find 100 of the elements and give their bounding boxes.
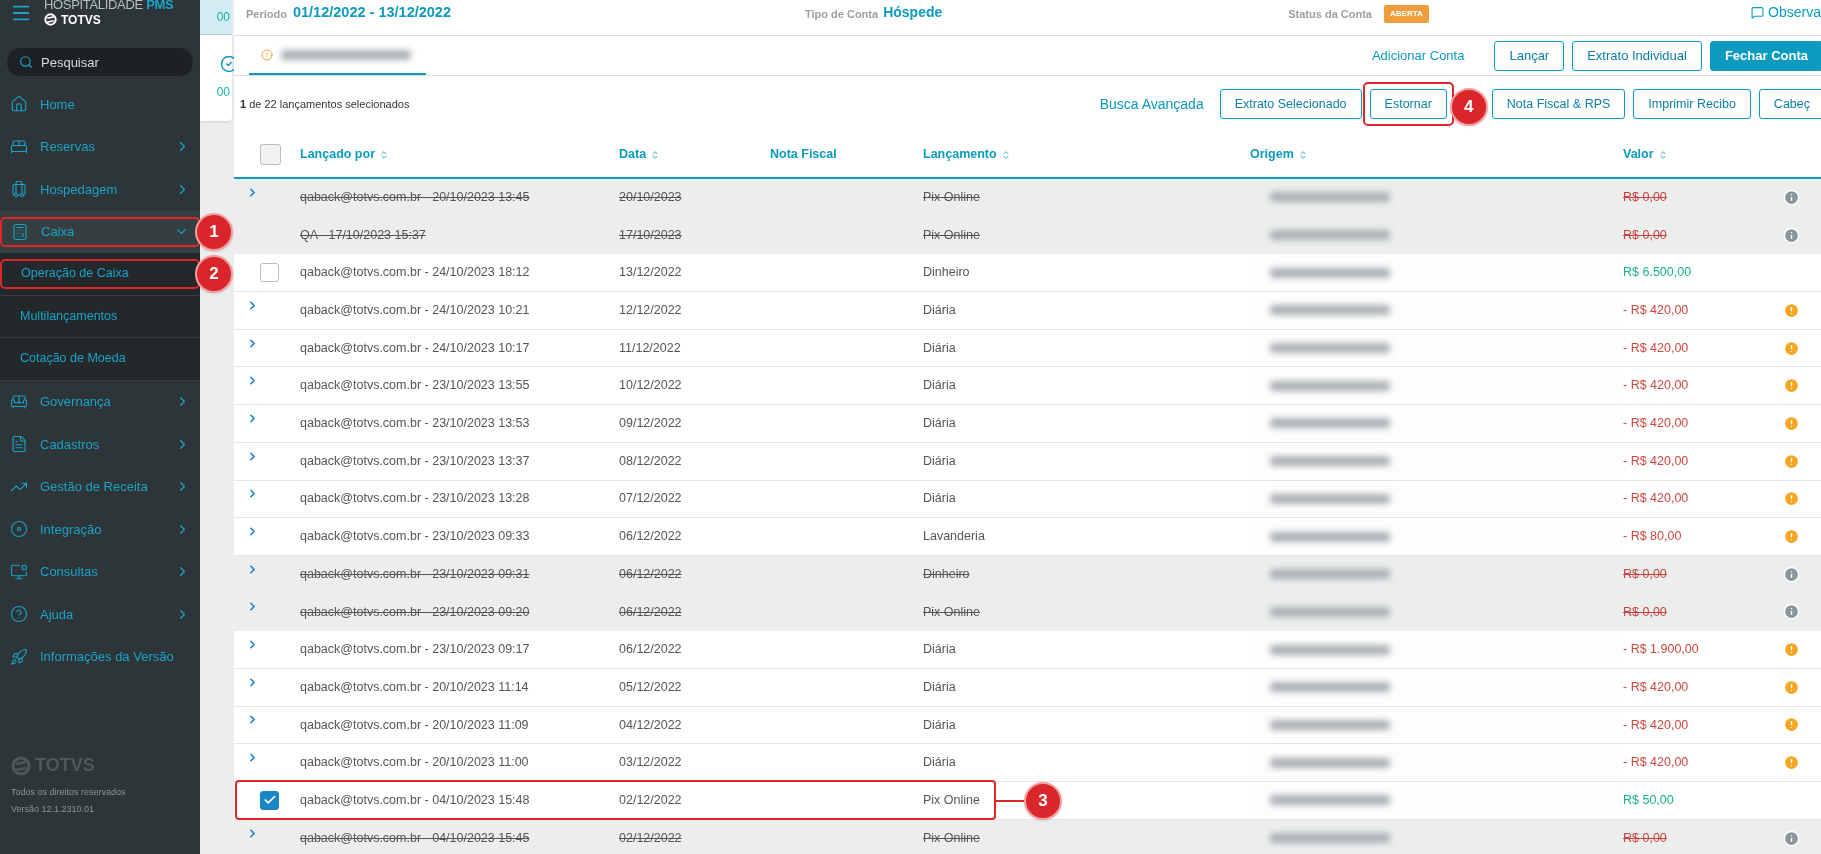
table-cell-text: Dinheiro bbox=[923, 565, 970, 583]
warning-icon[interactable] bbox=[1783, 641, 1800, 659]
table-cell-text: R$ 0,00 bbox=[1623, 565, 1667, 583]
info-icon[interactable] bbox=[1783, 829, 1800, 847]
menu-item-icon bbox=[10, 95, 28, 114]
table-cell-text: R$ 0,00 bbox=[1623, 226, 1667, 244]
warning-icon[interactable] bbox=[1783, 377, 1800, 395]
table-cell-text: qaback@totvs.com.br - 23/10/2023 13:55 bbox=[300, 377, 530, 395]
action-button[interactable]: Fechar Conta bbox=[1709, 40, 1821, 71]
sort-icon bbox=[650, 149, 661, 160]
sidebar-item[interactable]: Hospedagem bbox=[0, 175, 200, 204]
table-cell-text: qaback@totvs.com.br - 24/10/2023 18:12 bbox=[300, 264, 530, 282]
advanced-search-link[interactable]: Busca Avançada bbox=[1099, 93, 1204, 115]
sidebar-item[interactable]: Gestão de Receita bbox=[0, 472, 200, 501]
row-checkbox[interactable] bbox=[260, 263, 279, 283]
table-cell-text: qaback@totvs.com.br - 20/10/2023 11:09 bbox=[300, 716, 529, 734]
column-header[interactable]: Valor bbox=[1623, 145, 1668, 164]
warning-icon bbox=[261, 49, 273, 61]
search-icon bbox=[19, 55, 33, 69]
column-header[interactable]: Lançado por bbox=[300, 145, 389, 164]
action-button[interactable]: Nota Fiscal & RPS bbox=[1491, 89, 1626, 119]
brand-name: HOSPITALIDADE bbox=[44, 0, 143, 12]
table-cell-text: Diária bbox=[923, 490, 956, 508]
table-cell-text: Pix Online bbox=[923, 188, 980, 206]
account-type-value: Hóspede bbox=[883, 3, 943, 22]
warning-icon[interactable] bbox=[1783, 301, 1800, 319]
sidebar-item[interactable]: Ajuda bbox=[0, 600, 200, 629]
table-cell-text: 08/12/2022 bbox=[619, 452, 682, 470]
table-row[interactable]: qaback@totvs.com.br - 20/10/2023 13:45 20/10/2023 Pix Online R$ 0,00 bbox=[234, 179, 1821, 217]
table-cell-text: Diária bbox=[923, 377, 956, 395]
column-header[interactable]: Lançamento bbox=[923, 145, 1011, 164]
sidebar-item[interactable]: Home bbox=[0, 90, 200, 119]
action-button[interactable]: Imprimir Recibo bbox=[1633, 89, 1751, 119]
table-cell-text: - R$ 420,00 bbox=[1623, 415, 1689, 433]
info-icon[interactable] bbox=[1783, 188, 1800, 206]
menu-item-icon bbox=[10, 137, 28, 156]
table-row[interactable]: qaback@totvs.com.br - 23/10/2023 09:20 06/12/2022 Pix Online R$ 0,00 bbox=[234, 593, 1821, 632]
warning-icon[interactable] bbox=[1783, 414, 1800, 432]
notes-button[interactable]: Observa bbox=[1751, 2, 1821, 23]
table-cell-text: qaback@totvs.com.br - 24/10/2023 10:17 bbox=[300, 339, 530, 357]
sidebar-item[interactable]: Integração bbox=[0, 515, 200, 544]
table-cell-text: Diária bbox=[923, 452, 956, 470]
add-account-link[interactable]: Adicionar Conta bbox=[1371, 45, 1465, 66]
warning-icon[interactable] bbox=[1783, 754, 1800, 772]
warning-icon[interactable] bbox=[1783, 339, 1800, 357]
table-row[interactable]: qaback@totvs.com.br - 04/10/2023 15:45 02/12/2022 Pix Online R$ 0,00 bbox=[234, 819, 1821, 854]
menu-item-icon bbox=[10, 647, 28, 666]
action-button[interactable]: Extrato Individual bbox=[1572, 40, 1702, 71]
table-row[interactable]: qaback@totvs.com.br - 23/10/2023 09:31 06/12/2022 Dinheiro R$ 0,00 bbox=[234, 555, 1821, 594]
table-cell-text: Diária bbox=[923, 302, 956, 320]
sidebar-item[interactable]: Consultas bbox=[0, 557, 200, 586]
table-cell-text: Pix Online bbox=[923, 791, 980, 809]
warning-icon[interactable] bbox=[1783, 528, 1800, 546]
table-cell-text: qaback@totvs.com.br - 20/10/2023 11:14 bbox=[300, 678, 529, 696]
table-cell-text: qaback@totvs.com.br - 23/10/2023 13:28 bbox=[300, 490, 530, 508]
select-all-checkbox[interactable] bbox=[260, 144, 281, 165]
menu-item-icon bbox=[10, 435, 28, 454]
sort-icon bbox=[1657, 149, 1668, 160]
sidebar-item[interactable]: Reservas bbox=[0, 132, 200, 161]
sort-icon bbox=[1000, 149, 1011, 160]
sidebar-item[interactable]: Informações da Versão bbox=[0, 642, 200, 671]
table-cell-text: 02/12/2022 bbox=[619, 791, 682, 809]
table-cell-text: - R$ 80,00 bbox=[1623, 528, 1682, 546]
callout-marker: 1 bbox=[195, 212, 233, 251]
column-header[interactable]: Origem bbox=[1250, 145, 1308, 164]
info-icon[interactable] bbox=[1783, 226, 1800, 244]
table-cell-text: - R$ 420,00 bbox=[1623, 754, 1689, 772]
table-row[interactable]: QA - 17/10/2023 15:37 17/10/2023 Pix Online R$ 0,00 bbox=[234, 216, 1821, 255]
warning-icon[interactable] bbox=[1783, 678, 1800, 696]
warning-icon[interactable] bbox=[1783, 490, 1800, 508]
warning-icon[interactable] bbox=[1783, 716, 1800, 734]
callout-marker: 2 bbox=[195, 255, 233, 293]
logo-icon bbox=[44, 13, 57, 26]
table-cell-text: Diária bbox=[923, 415, 956, 433]
column-header[interactable]: Data bbox=[619, 145, 661, 164]
column-header[interactable]: Nota Fiscal bbox=[770, 145, 837, 164]
search-field[interactable]: Pesquisar bbox=[7, 48, 193, 76]
table-cell-text: R$ 0,00 bbox=[1623, 188, 1667, 206]
action-button[interactable]: Estornar bbox=[1369, 89, 1447, 119]
warning-icon[interactable] bbox=[1783, 452, 1800, 470]
row-checkbox[interactable] bbox=[260, 790, 279, 810]
table-cell-text: R$ 50,00 bbox=[1623, 791, 1674, 809]
action-button[interactable]: Cabeç bbox=[1758, 89, 1821, 119]
product-name: PMS bbox=[146, 0, 174, 12]
info-icon[interactable] bbox=[1783, 565, 1800, 583]
action-button[interactable]: Extrato Selecionado bbox=[1219, 89, 1362, 119]
card-amount: 00 bbox=[216, 9, 230, 26]
account-type-label: Tipo de Conta bbox=[805, 7, 879, 22]
selection-count: 1 de 22 lançamentos selecionados bbox=[240, 96, 410, 112]
status-badge: ABERTA bbox=[1384, 5, 1429, 23]
sidebar-item[interactable]: Governança bbox=[0, 387, 200, 416]
info-icon[interactable] bbox=[1783, 603, 1800, 621]
table-cell-text: - R$ 420,00 bbox=[1623, 452, 1689, 470]
table-cell-text: 12/12/2022 bbox=[619, 302, 682, 320]
period-value: 01/12/2022 - 13/12/2022 bbox=[292, 3, 451, 22]
action-button[interactable]: Lançar bbox=[1494, 40, 1565, 71]
table-cell-text: QA - 17/10/2023 15:37 bbox=[300, 226, 426, 244]
sidebar-item[interactable]: Cadastros bbox=[0, 430, 200, 459]
table-cell-text: 07/12/2022 bbox=[619, 490, 682, 508]
table-cell-text: 11/12/2022 bbox=[619, 339, 681, 357]
